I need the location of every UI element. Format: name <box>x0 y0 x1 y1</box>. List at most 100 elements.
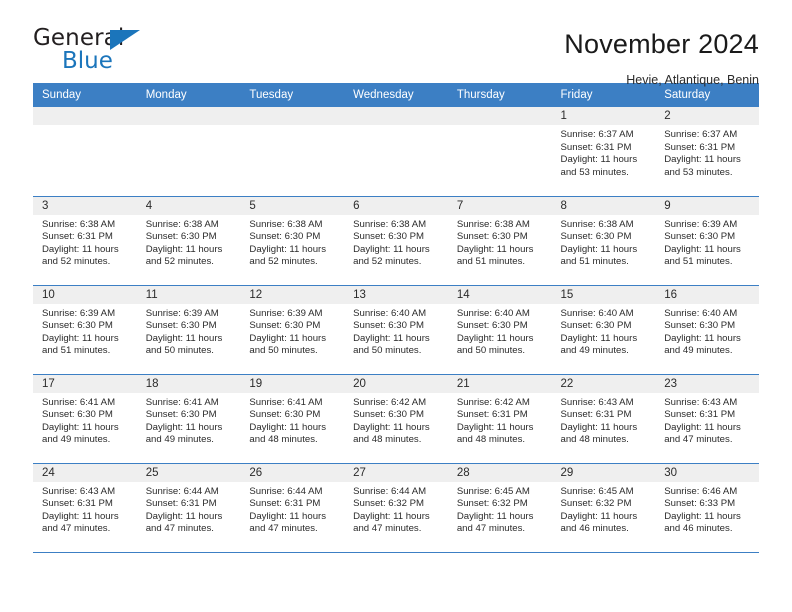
calendar-day-cell[interactable]: 22 Sunrise: 6:43 AM Sunset: 6:31 PM Dayligh… <box>551 374 656 464</box>
sunset-time: Sunset: 6:30 PM <box>249 320 321 332</box>
calendar-week-row: 10 Sunrise: 6:39 AM Sunset: 6:30 PM Dayligh… <box>33 285 759 375</box>
calendar-day-cell[interactable]: 16 Sunrise: 6:40 AM Sunset: 6:30 PM Dayligh… <box>655 285 759 375</box>
sunrise-time: Sunrise: 6:43 AM <box>42 485 116 497</box>
calendar-day-cell[interactable]: 23 Sunrise: 6:43 AM Sunset: 6:31 PM Dayligh… <box>655 374 759 464</box>
day-number: 5 <box>240 196 345 215</box>
daylight-duration: Daylight: 11 hours and 47 minutes. <box>353 510 430 535</box>
calendar-day-cell[interactable]: 30 Sunrise: 6:46 AM Sunset: 6:33 PM Dayligh… <box>655 463 759 553</box>
daylight-duration: Daylight: 11 hours and 53 minutes. <box>664 154 741 178</box>
sunrise-time: Sunrise: 6:38 AM <box>560 218 634 230</box>
day-number: 26 <box>240 463 345 482</box>
daylight-duration: Daylight: 11 hours and 46 minutes. <box>560 510 638 535</box>
day-number: 7 <box>447 196 552 215</box>
daylight-duration: Daylight: 11 hours and 50 minutes. <box>249 332 327 357</box>
day-number: 4 <box>136 196 241 215</box>
calendar-day-cell[interactable]: 14 Sunrise: 6:40 AM Sunset: 6:30 PM Dayligh… <box>447 285 552 375</box>
calendar-week-row: 3 Sunrise: 6:38 AM Sunset: 6:31 PM Daylight… <box>33 196 759 286</box>
day-number: 3 <box>33 196 137 215</box>
day-details: Sunrise: 6:39 AM Sunset: 6:30 PM Daylight:… <box>655 215 759 269</box>
sunset-time: Sunset: 6:30 PM <box>249 409 321 421</box>
calendar-day-cell[interactable]: 25 Sunrise: 6:44 AM Sunset: 6:31 PM Dayligh… <box>136 463 241 553</box>
calendar-day-cell[interactable]: 27 Sunrise: 6:44 AM Sunset: 6:32 PM Dayligh… <box>344 463 448 553</box>
calendar-day-cell[interactable]: 21 Sunrise: 6:42 AM Sunset: 6:31 PM Dayligh… <box>447 374 552 464</box>
day-number: 28 <box>447 463 552 482</box>
calendar-day-cell[interactable]: 5 Sunrise: 6:38 AM Sunset: 6:30 PM Daylight… <box>240 196 345 286</box>
day-details: Sunrise: 6:38 AM Sunset: 6:30 PM Daylight:… <box>137 215 241 269</box>
sunrise-time: Sunrise: 6:43 AM <box>664 396 738 408</box>
sunrise-time: Sunrise: 6:40 AM <box>456 307 530 319</box>
sunrise-time: Sunrise: 6:46 AM <box>664 485 738 497</box>
calendar-day-cell[interactable]: 13 Sunrise: 6:40 AM Sunset: 6:30 PM Dayligh… <box>344 285 448 375</box>
calendar-day-cell[interactable]: 18 Sunrise: 6:41 AM Sunset: 6:30 PM Dayligh… <box>136 374 241 464</box>
sunrise-time: Sunrise: 6:42 AM <box>456 396 530 408</box>
calendar-day-cell[interactable]: 17 Sunrise: 6:41 AM Sunset: 6:30 PM Dayligh… <box>33 374 137 464</box>
day-details: Sunrise: 6:37 AM Sunset: 6:31 PM Daylight:… <box>552 125 656 179</box>
day-number: 15 <box>551 285 656 304</box>
calendar-day-cell[interactable]: 15 Sunrise: 6:40 AM Sunset: 6:30 PM Dayligh… <box>551 285 656 375</box>
sunrise-time: Sunrise: 6:40 AM <box>560 307 634 319</box>
sunset-time: Sunset: 6:30 PM <box>664 231 736 243</box>
calendar-day-cell[interactable]: 4 Sunrise: 6:38 AM Sunset: 6:30 PM Daylight… <box>136 196 241 286</box>
calendar-day-cell[interactable]: 6 Sunrise: 6:38 AM Sunset: 6:30 PM Daylight… <box>344 196 448 286</box>
daylight-duration: Daylight: 11 hours and 46 minutes. <box>664 510 741 535</box>
sunrise-time: Sunrise: 6:39 AM <box>664 218 738 230</box>
daylight-duration: Daylight: 11 hours and 52 minutes. <box>249 243 327 268</box>
sunset-time: Sunset: 6:30 PM <box>456 231 528 243</box>
sunset-time: Sunset: 6:31 PM <box>42 498 113 510</box>
sunrise-time: Sunrise: 6:44 AM <box>145 485 219 497</box>
sunset-time: Sunset: 6:30 PM <box>42 320 113 332</box>
day-details: Sunrise: 6:41 AM Sunset: 6:30 PM Daylight:… <box>137 393 241 447</box>
sunset-time: Sunset: 6:30 PM <box>145 231 217 243</box>
sunrise-time: Sunrise: 6:45 AM <box>560 485 634 497</box>
calendar-day-cell[interactable]: 8 Sunrise: 6:38 AM Sunset: 6:30 PM Daylight… <box>551 196 656 286</box>
calendar-day-cell-empty <box>240 107 345 197</box>
sunset-time: Sunset: 6:30 PM <box>560 231 632 243</box>
calendar-day-cell-empty <box>344 107 448 197</box>
calendar-week-row: 24 Sunrise: 6:43 AM Sunset: 6:31 PM Dayligh… <box>33 463 759 553</box>
calendar-day-cell[interactable]: 28 Sunrise: 6:45 AM Sunset: 6:32 PM Dayligh… <box>447 463 552 553</box>
day-details: Sunrise: 6:43 AM Sunset: 6:31 PM Daylight:… <box>655 393 759 447</box>
day-details: Sunrise: 6:38 AM Sunset: 6:30 PM Daylight:… <box>344 215 448 269</box>
calendar-day-cell[interactable]: 7 Sunrise: 6:38 AM Sunset: 6:30 PM Daylight… <box>447 196 552 286</box>
calendar-page: General Blue November 2024 Hevie, Atlant… <box>0 0 792 612</box>
daylight-duration: Daylight: 11 hours and 51 minutes. <box>456 243 534 268</box>
sunset-time: Sunset: 6:31 PM <box>456 409 528 421</box>
daylight-duration: Daylight: 11 hours and 49 minutes. <box>145 421 223 446</box>
day-details: Sunrise: 6:44 AM Sunset: 6:32 PM Daylight:… <box>344 482 448 536</box>
day-details: Sunrise: 6:39 AM Sunset: 6:30 PM Daylight:… <box>137 304 241 358</box>
day-details: Sunrise: 6:43 AM Sunset: 6:31 PM Daylight:… <box>552 393 656 447</box>
sunrise-time: Sunrise: 6:40 AM <box>664 307 738 319</box>
general-blue-logo[interactable]: General Blue <box>33 27 148 79</box>
calendar-day-cell[interactable]: 2 Sunrise: 6:37 AM Sunset: 6:31 PM Daylight… <box>655 107 759 197</box>
sunset-time: Sunset: 6:30 PM <box>42 409 113 421</box>
calendar-day-cell[interactable]: 12 Sunrise: 6:39 AM Sunset: 6:30 PM Dayligh… <box>240 285 345 375</box>
sunrise-time: Sunrise: 6:37 AM <box>664 129 738 140</box>
day-number: 1 <box>551 107 656 125</box>
sunrise-time: Sunrise: 6:41 AM <box>145 396 219 408</box>
calendar-day-cell[interactable]: 1 Sunrise: 6:37 AM Sunset: 6:31 PM Daylight… <box>551 107 656 197</box>
day-details: Sunrise: 6:38 AM Sunset: 6:30 PM Daylight:… <box>240 215 344 269</box>
calendar-day-cell[interactable]: 19 Sunrise: 6:41 AM Sunset: 6:30 PM Dayligh… <box>240 374 345 464</box>
day-details: Sunrise: 6:41 AM Sunset: 6:30 PM Daylight:… <box>33 393 137 447</box>
calendar-day-cell[interactable]: 11 Sunrise: 6:39 AM Sunset: 6:30 PM Dayligh… <box>136 285 241 375</box>
calendar-day-cell[interactable]: 29 Sunrise: 6:45 AM Sunset: 6:32 PM Dayligh… <box>551 463 656 553</box>
calendar-day-cell[interactable]: 10 Sunrise: 6:39 AM Sunset: 6:30 PM Dayligh… <box>33 285 137 375</box>
calendar-day-cell[interactable]: 26 Sunrise: 6:44 AM Sunset: 6:31 PM Dayligh… <box>240 463 345 553</box>
daylight-duration: Daylight: 11 hours and 47 minutes. <box>42 510 119 535</box>
calendar-day-cell[interactable]: 20 Sunrise: 6:42 AM Sunset: 6:30 PM Dayligh… <box>344 374 448 464</box>
calendar-day-cell[interactable]: 24 Sunrise: 6:43 AM Sunset: 6:31 PM Dayligh… <box>33 463 137 553</box>
calendar-day-cell[interactable]: 3 Sunrise: 6:38 AM Sunset: 6:31 PM Daylight… <box>33 196 137 286</box>
day-details: Sunrise: 6:37 AM Sunset: 6:31 PM Daylight:… <box>655 125 759 179</box>
day-number: 20 <box>344 374 448 393</box>
daylight-duration: Daylight: 11 hours and 48 minutes. <box>560 421 638 446</box>
daylight-duration: Daylight: 11 hours and 47 minutes. <box>249 510 327 535</box>
daylight-duration: Daylight: 11 hours and 50 minutes. <box>145 332 223 357</box>
calendar-day-cell-empty <box>136 107 241 197</box>
calendar-day-cell-empty <box>447 107 552 197</box>
daylight-duration: Daylight: 11 hours and 50 minutes. <box>353 332 430 357</box>
calendar-body: 1 Sunrise: 6:37 AM Sunset: 6:31 PM Daylight… <box>33 107 759 553</box>
calendar-day-cell[interactable]: 9 Sunrise: 6:39 AM Sunset: 6:30 PM Daylight… <box>655 196 759 286</box>
title-block: November 2024 Hevie, Atlantique, Benin <box>564 27 759 89</box>
day-number: 29 <box>551 463 656 482</box>
day-number <box>136 107 241 125</box>
